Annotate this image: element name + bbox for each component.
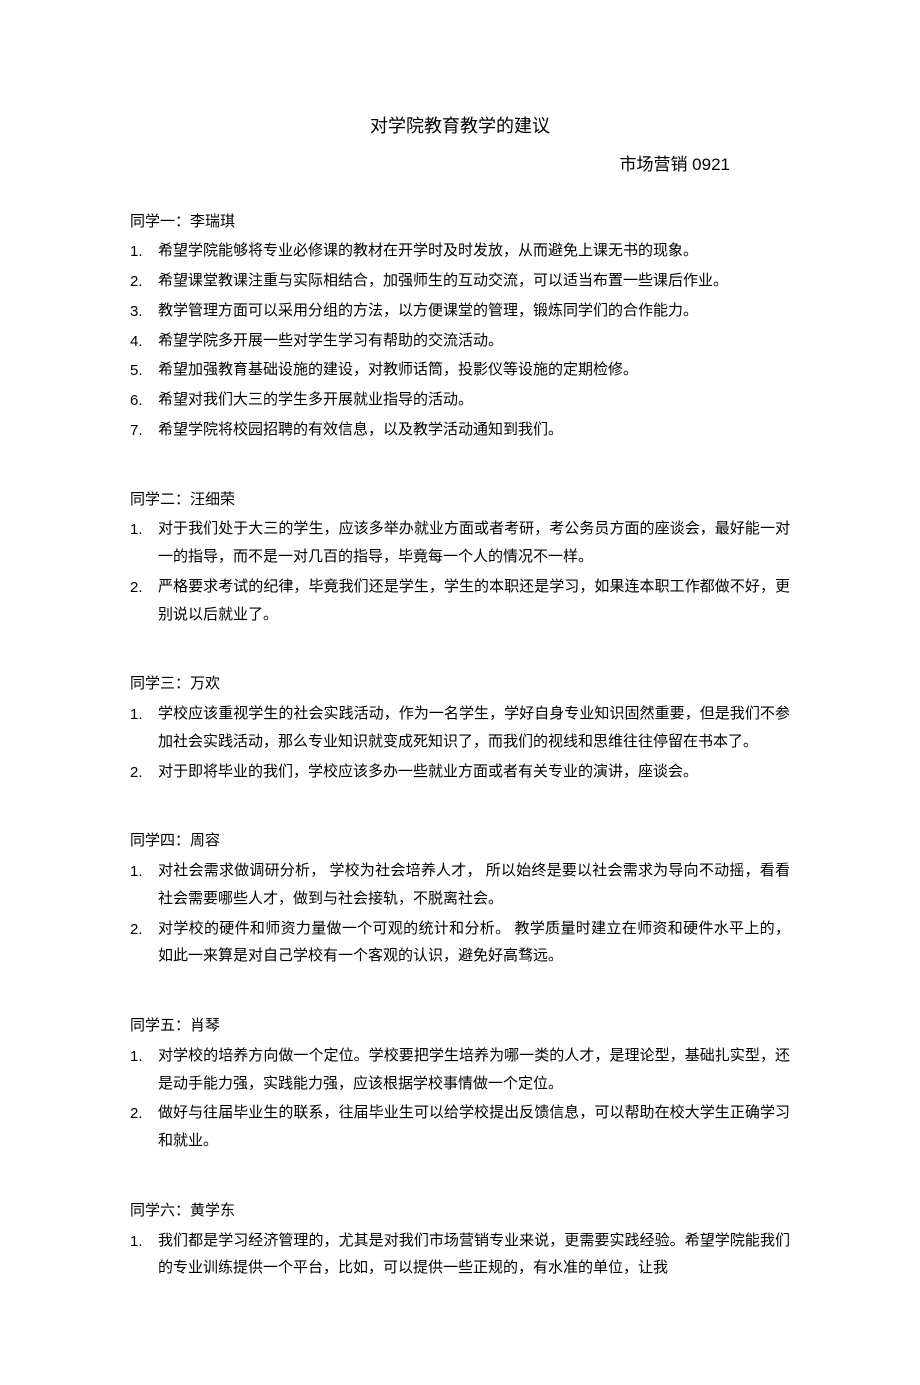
list-item-text: 做好与往届毕业生的联系，往届毕业生可以给学校提出反馈信息，可以帮助在校大学生正确… bbox=[158, 1100, 790, 1156]
student-name: 同学六：黄学东 bbox=[130, 1198, 790, 1226]
list-item-text: 对学校的硬件和师资力量做一个可观的统计和分析。 教学质量时建立在师资和硬件水平上… bbox=[158, 916, 790, 972]
list-item-text: 对学校的培养方向做一个定位。学校要把学生培养为哪一类的人才，是理论型，基础扎实型… bbox=[158, 1043, 790, 1099]
list-item: 2.对于即将毕业的我们，学校应该多办一些就业方面或者有关专业的演讲，座谈会。 bbox=[130, 759, 790, 787]
list-item-text: 教学管理方面可以采用分组的方法，以方便课堂的管理，锻炼同学们的合作能力。 bbox=[158, 298, 790, 326]
student-name: 同学五：肖琴 bbox=[130, 1013, 790, 1041]
page-subtitle: 市场营销 0921 bbox=[130, 149, 790, 180]
list-item: 7.希望学院将校园招聘的有效信息，以及教学活动通知到我们。 bbox=[130, 417, 790, 445]
list-item-number: 2. bbox=[130, 916, 158, 944]
list-item-number: 7. bbox=[130, 417, 158, 445]
list-item-text: 学校应该重视学生的社会实践活动，作为一名学生，学好自身专业知识固然重要，但是我们… bbox=[158, 701, 790, 757]
list-item-text: 希望学院多开展一些对学生学习有帮助的交流活动。 bbox=[158, 328, 790, 356]
list-item-text: 对社会需求做调研分析， 学校为社会培养人才， 所以始终是要以社会需求为导向不动摇… bbox=[158, 858, 790, 914]
list-item: 2.希望课堂教课注重与实际相结合，加强师生的互动交流，可以适当布置一些课后作业。 bbox=[130, 268, 790, 296]
list-item-number: 6. bbox=[130, 387, 158, 415]
list-item: 1.希望学院能够将专业必修课的教材在开学时及时发放，从而避免上课无书的现象。 bbox=[130, 238, 790, 266]
list-item-number: 3. bbox=[130, 298, 158, 326]
list-item-text: 希望对我们大三的学生多开展就业指导的活动。 bbox=[158, 387, 790, 415]
student-name: 同学一：李瑞琪 bbox=[130, 209, 790, 237]
list-item-number: 4. bbox=[130, 328, 158, 356]
list-item: 4.希望学院多开展一些对学生学习有帮助的交流活动。 bbox=[130, 328, 790, 356]
list-item-number: 5. bbox=[130, 357, 158, 385]
list-item-number: 1. bbox=[130, 1043, 158, 1071]
list-item: 1.学校应该重视学生的社会实践活动，作为一名学生，学好自身专业知识固然重要，但是… bbox=[130, 701, 790, 757]
content-body: 同学一：李瑞琪1.希望学院能够将专业必修课的教材在开学时及时发放，从而避免上课无… bbox=[130, 209, 790, 1284]
student-block: 同学四：周容1.对社会需求做调研分析， 学校为社会培养人才， 所以始终是要以社会… bbox=[130, 828, 790, 971]
list-item: 1.对学校的培养方向做一个定位。学校要把学生培养为哪一类的人才，是理论型，基础扎… bbox=[130, 1043, 790, 1099]
list-item-text: 希望学院能够将专业必修课的教材在开学时及时发放，从而避免上课无书的现象。 bbox=[158, 238, 790, 266]
list-item-number: 2. bbox=[130, 759, 158, 787]
list-item-text: 对于即将毕业的我们，学校应该多办一些就业方面或者有关专业的演讲，座谈会。 bbox=[158, 759, 790, 787]
student-name: 同学四：周容 bbox=[130, 828, 790, 856]
student-name: 同学二：汪细荣 bbox=[130, 487, 790, 515]
list-item-text: 希望课堂教课注重与实际相结合，加强师生的互动交流，可以适当布置一些课后作业。 bbox=[158, 268, 790, 296]
document-page: 对学院教育教学的建议 市场营销 0921 同学一：李瑞琪1.希望学院能够将专业必… bbox=[0, 0, 920, 1385]
student-block: 同学五：肖琴1.对学校的培养方向做一个定位。学校要把学生培养为哪一类的人才，是理… bbox=[130, 1013, 790, 1156]
list-item-number: 1. bbox=[130, 858, 158, 886]
list-item-number: 2. bbox=[130, 268, 158, 296]
list-item: 1.对于我们处于大三的学生，应该多举办就业方面或者考研，考公务员方面的座谈会，最… bbox=[130, 516, 790, 572]
list-item: 2.严格要求考试的纪律，毕竟我们还是学生，学生的本职还是学习，如果连本职工作都做… bbox=[130, 574, 790, 630]
list-item: 3.教学管理方面可以采用分组的方法，以方便课堂的管理，锻炼同学们的合作能力。 bbox=[130, 298, 790, 326]
list-item-number: 1. bbox=[130, 516, 158, 544]
student-name: 同学三：万欢 bbox=[130, 671, 790, 699]
list-item-text: 希望加强教育基础设施的建设，对教师话筒，投影仪等设施的定期检修。 bbox=[158, 357, 790, 385]
list-item-text: 我们都是学习经济管理的，尤其是对我们市场营销专业来说，更需要实践经验。希望学院能… bbox=[158, 1228, 790, 1284]
list-item-number: 1. bbox=[130, 701, 158, 729]
list-item-text: 希望学院将校园招聘的有效信息，以及教学活动通知到我们。 bbox=[158, 417, 790, 445]
list-item: 2.对学校的硬件和师资力量做一个可观的统计和分析。 教学质量时建立在师资和硬件水… bbox=[130, 916, 790, 972]
list-item: 1.对社会需求做调研分析， 学校为社会培养人才， 所以始终是要以社会需求为导向不… bbox=[130, 858, 790, 914]
list-item: 1.我们都是学习经济管理的，尤其是对我们市场营销专业来说，更需要实践经验。希望学… bbox=[130, 1228, 790, 1284]
student-block: 同学三：万欢1.学校应该重视学生的社会实践活动，作为一名学生，学好自身专业知识固… bbox=[130, 671, 790, 786]
student-block: 同学六：黄学东1.我们都是学习经济管理的，尤其是对我们市场营销专业来说，更需要实… bbox=[130, 1198, 790, 1283]
list-item-number: 2. bbox=[130, 574, 158, 602]
student-block: 同学一：李瑞琪1.希望学院能够将专业必修课的教材在开学时及时发放，从而避免上课无… bbox=[130, 209, 790, 445]
list-item-text: 对于我们处于大三的学生，应该多举办就业方面或者考研，考公务员方面的座谈会，最好能… bbox=[158, 516, 790, 572]
list-item: 5.希望加强教育基础设施的建设，对教师话筒，投影仪等设施的定期检修。 bbox=[130, 357, 790, 385]
list-item-number: 1. bbox=[130, 238, 158, 266]
list-item-number: 2. bbox=[130, 1100, 158, 1128]
student-block: 同学二：汪细荣1.对于我们处于大三的学生，应该多举办就业方面或者考研，考公务员方… bbox=[130, 487, 790, 630]
list-item: 6.希望对我们大三的学生多开展就业指导的活动。 bbox=[130, 387, 790, 415]
page-title: 对学院教育教学的建议 bbox=[130, 110, 790, 143]
list-item: 2.做好与往届毕业生的联系，往届毕业生可以给学校提出反馈信息，可以帮助在校大学生… bbox=[130, 1100, 790, 1156]
list-item-number: 1. bbox=[130, 1228, 158, 1256]
list-item-text: 严格要求考试的纪律，毕竟我们还是学生，学生的本职还是学习，如果连本职工作都做不好… bbox=[158, 574, 790, 630]
